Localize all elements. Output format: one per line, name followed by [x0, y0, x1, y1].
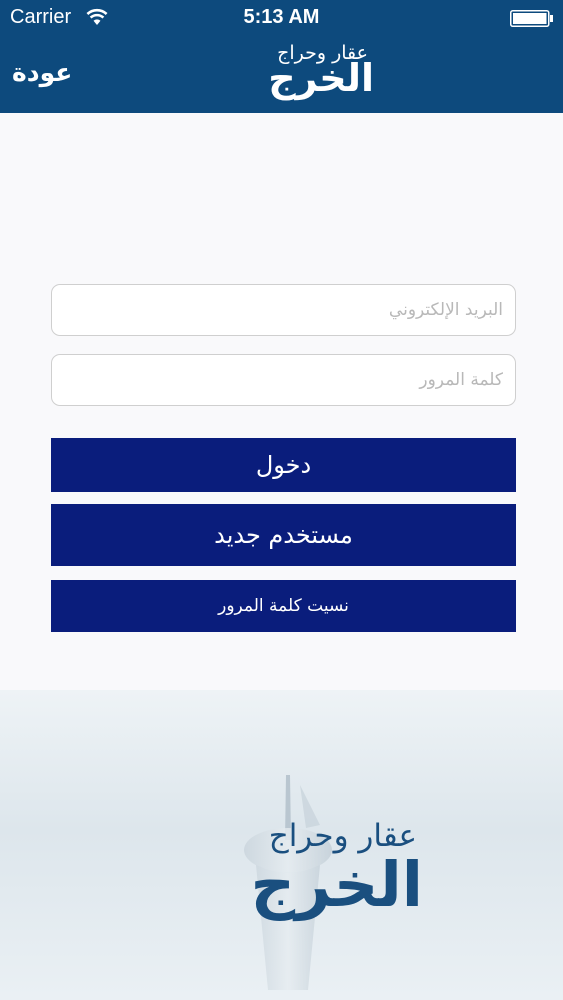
status-bar: Carrier 5:13 AM — [0, 0, 563, 36]
header-logo: عقار وحراج الخرج — [186, 38, 382, 108]
clock: 5:13 AM — [243, 6, 320, 28]
nav-header: Carrier 5:13 AM عودة عقار وحراج الخرج — [0, 0, 563, 113]
back-button[interactable]: عودة — [12, 58, 72, 87]
battery-icon — [510, 10, 553, 27]
login-button[interactable]: دخول — [51, 438, 516, 492]
footer-logo-title: الخرج — [250, 848, 423, 921]
header-logo-title: الخرج — [268, 56, 374, 100]
footer-logo: عقار وحراج الخرج — [150, 818, 425, 928]
password-field[interactable] — [51, 354, 516, 406]
new-user-button[interactable]: مستخدم جديد — [51, 504, 516, 566]
forgot-password-button[interactable]: نسيت كلمة المرور — [51, 580, 516, 632]
email-field[interactable] — [51, 284, 516, 336]
